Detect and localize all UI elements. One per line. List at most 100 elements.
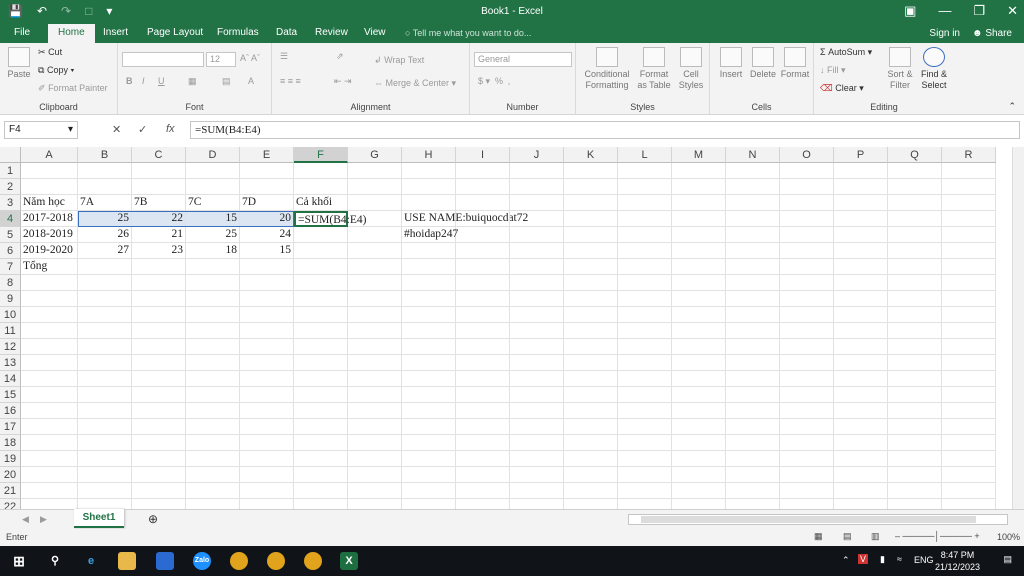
- cell-a22[interactable]: [21, 499, 78, 509]
- cell-o12[interactable]: [780, 339, 834, 355]
- cell-q13[interactable]: [888, 355, 942, 371]
- cell-b4[interactable]: 25: [78, 211, 132, 227]
- cell-k3[interactable]: [564, 195, 618, 211]
- cell-a16[interactable]: [21, 403, 78, 419]
- font-color-icon[interactable]: A: [248, 76, 254, 86]
- cell-i5[interactable]: [456, 227, 510, 243]
- cell-i6[interactable]: [456, 243, 510, 259]
- cell-m8[interactable]: [672, 275, 726, 291]
- cell-l16[interactable]: [618, 403, 672, 419]
- cell-e15[interactable]: [240, 387, 294, 403]
- cell-l15[interactable]: [618, 387, 672, 403]
- cell-a19[interactable]: [21, 451, 78, 467]
- cell-r3[interactable]: [942, 195, 996, 211]
- cell-i22[interactable]: [456, 499, 510, 509]
- cell-m5[interactable]: [672, 227, 726, 243]
- cell-e10[interactable]: [240, 307, 294, 323]
- cell-h3[interactable]: [402, 195, 456, 211]
- cell-r12[interactable]: [942, 339, 996, 355]
- cell-d5[interactable]: 25: [186, 227, 240, 243]
- cell-d13[interactable]: [186, 355, 240, 371]
- cell-d3[interactable]: 7C: [186, 195, 240, 211]
- row-header-6[interactable]: 6: [0, 243, 21, 259]
- cell-n4[interactable]: [726, 211, 780, 227]
- cell-a17[interactable]: [21, 419, 78, 435]
- cell-e20[interactable]: [240, 467, 294, 483]
- cell-i21[interactable]: [456, 483, 510, 499]
- cell-d7[interactable]: [186, 259, 240, 275]
- cell-a15[interactable]: [21, 387, 78, 403]
- column-header-f[interactable]: F: [294, 147, 348, 163]
- cell-m6[interactable]: [672, 243, 726, 259]
- cell-c14[interactable]: [132, 371, 186, 387]
- cell-l7[interactable]: [618, 259, 672, 275]
- cell-n3[interactable]: [726, 195, 780, 211]
- font-grow-shrink-icon[interactable]: Aˆ Aˇ: [240, 53, 260, 63]
- cell-a1[interactable]: [21, 163, 78, 179]
- cell-l3[interactable]: [618, 195, 672, 211]
- cell-h11[interactable]: [402, 323, 456, 339]
- cell-f18[interactable]: [294, 435, 348, 451]
- cell-b3[interactable]: 7A: [78, 195, 132, 211]
- tab-review[interactable]: Review: [315, 27, 348, 38]
- cell-e8[interactable]: [240, 275, 294, 291]
- clear-button[interactable]: ⌫ Clear ▾: [820, 83, 864, 94]
- cell-a11[interactable]: [21, 323, 78, 339]
- cell-i18[interactable]: [456, 435, 510, 451]
- cell-e21[interactable]: [240, 483, 294, 499]
- cell-n10[interactable]: [726, 307, 780, 323]
- cell-g19[interactable]: [348, 451, 402, 467]
- cell-f8[interactable]: [294, 275, 348, 291]
- cell-b17[interactable]: [78, 419, 132, 435]
- merge-center-button[interactable]: ⇔ Merge & Center ▾: [374, 78, 456, 89]
- cell-e16[interactable]: [240, 403, 294, 419]
- row-header-10[interactable]: 10: [0, 307, 21, 323]
- cell-c3[interactable]: 7B: [132, 195, 186, 211]
- cell-j6[interactable]: [510, 243, 564, 259]
- cell-f11[interactable]: [294, 323, 348, 339]
- column-header-k[interactable]: K: [564, 147, 618, 163]
- cell-k1[interactable]: [564, 163, 618, 179]
- cell-p20[interactable]: [834, 467, 888, 483]
- cell-f3[interactable]: Cả khối: [294, 195, 348, 211]
- cell-e19[interactable]: [240, 451, 294, 467]
- cell-f12[interactable]: [294, 339, 348, 355]
- cell-p21[interactable]: [834, 483, 888, 499]
- cell-q8[interactable]: [888, 275, 942, 291]
- font-size-box[interactable]: 12: [206, 52, 236, 67]
- cell-l13[interactable]: [618, 355, 672, 371]
- cell-c15[interactable]: [132, 387, 186, 403]
- orientation-icon[interactable]: ⇗: [336, 51, 344, 62]
- cell-a10[interactable]: [21, 307, 78, 323]
- cell-n18[interactable]: [726, 435, 780, 451]
- ribbon-display-icon[interactable]: ▣: [904, 3, 916, 19]
- cell-r15[interactable]: [942, 387, 996, 403]
- excel-icon[interactable]: X: [340, 552, 358, 570]
- cell-a3[interactable]: Năm học: [21, 195, 78, 211]
- file-explorer-icon[interactable]: [118, 552, 136, 570]
- cell-b16[interactable]: [78, 403, 132, 419]
- cell-a5[interactable]: 2018-2019: [21, 227, 78, 243]
- tab-formulas[interactable]: Formulas: [217, 27, 259, 38]
- cell-i17[interactable]: [456, 419, 510, 435]
- cell-h10[interactable]: [402, 307, 456, 323]
- cell-k6[interactable]: [564, 243, 618, 259]
- cell-i2[interactable]: [456, 179, 510, 195]
- autosum-button[interactable]: Σ AutoSum ▾: [820, 47, 872, 58]
- cell-a18[interactable]: [21, 435, 78, 451]
- column-header-a[interactable]: A: [21, 147, 78, 163]
- sort-filter-button[interactable]: Sort & Filter: [884, 47, 916, 91]
- cell-f16[interactable]: [294, 403, 348, 419]
- cell-j15[interactable]: [510, 387, 564, 403]
- zalo-icon[interactable]: Zalo: [193, 552, 211, 570]
- cell-f10[interactable]: [294, 307, 348, 323]
- cell-m10[interactable]: [672, 307, 726, 323]
- cell-h20[interactable]: [402, 467, 456, 483]
- cell-i8[interactable]: [456, 275, 510, 291]
- cell-i10[interactable]: [456, 307, 510, 323]
- copy-button[interactable]: ⧉ Copy ▾: [38, 65, 74, 76]
- cell-m11[interactable]: [672, 323, 726, 339]
- cell-b14[interactable]: [78, 371, 132, 387]
- cell-o16[interactable]: [780, 403, 834, 419]
- format-cells-button[interactable]: Format: [780, 47, 810, 80]
